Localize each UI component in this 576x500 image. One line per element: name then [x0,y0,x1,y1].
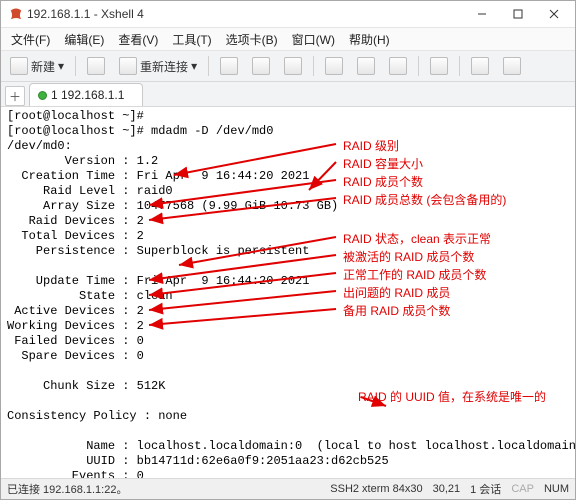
command-line: [root@localhost ~]# mdadm -D /dev/md0 [7,124,273,138]
kv-update-time: Update Time : Fri Apr 9 16:44:20 2021 [7,274,309,288]
menu-edit[interactable]: 编辑(E) [58,29,110,50]
app-icon [9,7,23,21]
status-caps: CAP [511,483,534,495]
kv-working-devices: Working Devices : 2 [7,319,144,333]
status-session-count: 1 会话 [470,481,501,497]
tool-button-1[interactable] [215,54,243,78]
new-tab-button[interactable]: ＋ [5,86,25,106]
kv-consistency-policy: Consistency Policy : none [7,409,187,423]
new-button[interactable]: 新建 ▾ [5,54,69,78]
kv-creation-time: Creation Time : Fri Apr 9 16:44:20 2021 [7,169,309,183]
tool-button-5[interactable] [352,54,380,78]
tool-button-8[interactable] [466,54,494,78]
reconnect-button[interactable]: 重新连接 ▾ [114,54,202,78]
reconnect-label: 重新连接 [140,58,188,75]
tool-icon [284,57,302,75]
menu-tab[interactable]: 选项卡(B) [220,29,284,50]
document-icon [10,57,28,75]
app-window: 192.168.1.1 - Xshell 4 文件(F) 编辑(E) 查看(V)… [0,0,576,500]
kv-array-size: Array Size : 10477568 (9.99 GiB 10.73 GB… [7,199,338,213]
separator [208,56,209,76]
kv-chunk-size: Chunk Size : 512K [7,379,165,393]
tool-button-2[interactable] [247,54,275,78]
folder-icon [87,57,105,75]
output: /dev/md0: [7,139,72,153]
toolbar: 新建 ▾ 重新连接 ▾ [1,51,575,82]
tool-icon [220,57,238,75]
statusbar: 已连接 192.168.1.1:22。 SSH2 xterm 84x30 30,… [1,478,575,499]
maximize-button[interactable] [501,3,535,25]
chevron-down-icon: ▾ [191,59,197,73]
kv-raid-level: Raid Level : raid0 [7,184,173,198]
kv-events: Events : 0 [7,469,144,478]
kv-version: Version : 1.2 [7,154,158,168]
menu-view[interactable]: 查看(V) [112,29,164,50]
kv-state: State : clean [7,289,173,303]
kv-failed-devices: Failed Devices : 0 [7,334,144,348]
status-cursor-pos: 30,21 [433,483,461,495]
tool-icon [430,57,448,75]
terminal[interactable]: [root@localhost ~]# [root@localhost ~]# … [1,107,575,478]
kv-active-devices: Active Devices : 2 [7,304,144,318]
kv-raid-devices: Raid Devices : 2 [7,214,144,228]
tool-icon [357,57,375,75]
window-title: 192.168.1.1 - Xshell 4 [27,7,465,21]
tab-label: 1 192.168.1.1 [51,88,124,102]
refresh-icon [119,57,137,75]
menu-window[interactable]: 窗口(W) [286,29,341,50]
open-button[interactable] [82,54,110,78]
status-dot-icon [38,91,47,100]
tool-button-7[interactable] [425,54,453,78]
separator [313,56,314,76]
status-terminal-info: SSH2 xterm 84x30 [330,483,422,495]
chevron-down-icon: ▾ [58,59,64,73]
new-label: 新建 [31,58,55,75]
minimize-button[interactable] [465,3,499,25]
kv-uuid: UUID : bb14711d:62e6a0f9:2051aa23:d62cb5… [7,454,389,468]
tool-button-9[interactable] [498,54,526,78]
kv-persistence: Persistence : Superblock is persistent [7,244,309,258]
menu-help[interactable]: 帮助(H) [343,29,396,50]
kv-total-devices: Total Devices : 2 [7,229,144,243]
tool-icon [325,57,343,75]
kv-name: Name : localhost.localdomain:0 (local to… [7,439,575,453]
tool-button-6[interactable] [384,54,412,78]
menu-file[interactable]: 文件(F) [5,29,56,50]
separator [418,56,419,76]
separator [459,56,460,76]
separator [75,56,76,76]
help-icon [503,57,521,75]
tool-button-4[interactable] [320,54,348,78]
status-num: NUM [544,483,569,495]
session-tab[interactable]: 1 192.168.1.1 [29,83,143,106]
tool-icon [389,57,407,75]
menubar: 文件(F) 编辑(E) 查看(V) 工具(T) 选项卡(B) 窗口(W) 帮助(… [1,28,575,51]
terminal-pane: [root@localhost ~]# [root@localhost ~]# … [1,107,575,478]
tool-button-3[interactable] [279,54,307,78]
close-button[interactable] [537,3,571,25]
menu-tools[interactable]: 工具(T) [166,29,217,50]
titlebar: 192.168.1.1 - Xshell 4 [1,1,575,28]
kv-spare-devices: Spare Devices : 0 [7,349,144,363]
status-connection: 已连接 192.168.1.1:22。 [7,481,127,497]
tabbar: ＋ 1 192.168.1.1 [1,82,575,107]
tool-icon [471,57,489,75]
prompt: [root@localhost ~]# [7,109,144,123]
tool-icon [252,57,270,75]
